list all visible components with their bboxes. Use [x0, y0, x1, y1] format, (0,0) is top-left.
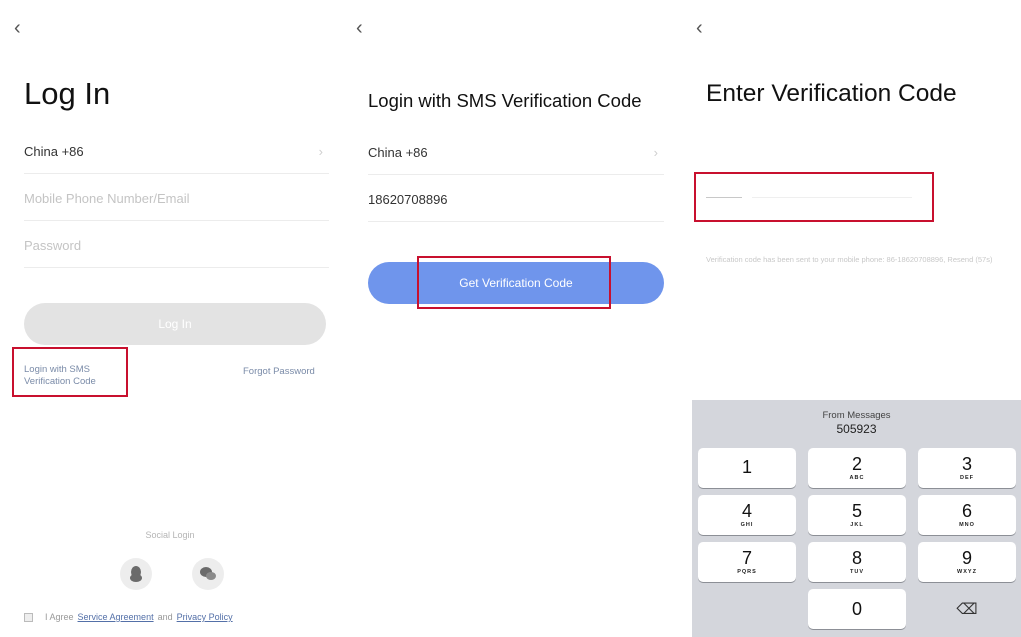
numeric-keyboard: From Messages 505923 1 2 ABC 3 DEF 4 GHI…: [692, 400, 1021, 637]
wechat-login-button[interactable]: [192, 558, 224, 590]
key-1[interactable]: 1: [698, 448, 796, 488]
key-digit: 1: [741, 457, 752, 477]
get-verification-code-button[interactable]: Get Verification Code: [368, 262, 664, 304]
country-value: China +86: [24, 144, 84, 159]
login-screen: ‹ Log In China +86 › Mobile Phone Number…: [0, 0, 340, 637]
back-icon[interactable]: ‹: [356, 18, 363, 38]
phone-input[interactable]: 18620708896: [368, 178, 664, 222]
key-blank: [698, 589, 796, 629]
key-letters: MNO: [959, 522, 975, 528]
key-digit: 4: [741, 501, 752, 521]
phone-value: 18620708896: [368, 192, 448, 207]
key-7[interactable]: 7 PQRS: [698, 542, 796, 582]
key-digit: 3: [961, 454, 972, 474]
enter-code-screen: ‹ Enter Verification Code Verification c…: [680, 0, 1021, 637]
key-letters: ABC: [849, 475, 865, 481]
key-4[interactable]: 4 GHI: [698, 495, 796, 535]
wechat-icon: [200, 567, 216, 580]
qq-login-button[interactable]: [120, 558, 152, 590]
chevron-right-icon: ›: [653, 145, 658, 160]
sms-code-suggestion[interactable]: From Messages 505923: [692, 400, 1021, 445]
agree-prefix: I Agree: [45, 612, 74, 622]
key-letters: PQRS: [737, 569, 757, 575]
key-letters: WXYZ: [957, 569, 977, 575]
key-6[interactable]: 6 MNO: [918, 495, 1016, 535]
phone-email-input[interactable]: Mobile Phone Number/Email: [24, 177, 329, 221]
code-sent-hint: Verification code has been sent to your …: [706, 255, 993, 264]
forgot-password-link[interactable]: Forgot Password: [243, 366, 315, 378]
delete-icon: ⌫: [956, 600, 978, 618]
country-selector[interactable]: China +86 ›: [24, 130, 329, 174]
privacy-policy-link[interactable]: Privacy Policy: [177, 612, 233, 622]
country-value: China +86: [368, 145, 428, 160]
key-digit: 8: [851, 548, 862, 568]
key-2[interactable]: 2 ABC: [808, 448, 906, 488]
sms-login-link-line2: Verification Code: [24, 375, 96, 387]
page-title: Enter Verification Code: [706, 80, 957, 107]
key-5[interactable]: 5 JKL: [808, 495, 906, 535]
page-title: Login with SMS Verification Code: [368, 90, 642, 111]
key-letters: TUV: [850, 569, 864, 575]
key-digit: 6: [961, 501, 972, 521]
back-icon[interactable]: ‹: [14, 18, 21, 38]
page-title: Log In: [24, 76, 111, 111]
password-placeholder: Password: [24, 238, 82, 253]
social-login-title: Social Login: [145, 530, 195, 540]
login-button[interactable]: Log In: [24, 303, 326, 345]
service-agreement-link[interactable]: Service Agreement: [78, 612, 154, 622]
agree-and: and: [157, 612, 173, 622]
country-selector[interactable]: China +86 ›: [368, 131, 664, 175]
sms-login-link-line1: Login with SMS: [24, 364, 91, 375]
back-icon[interactable]: ‹: [696, 18, 703, 38]
suggestion-code: 505923: [836, 421, 877, 436]
phone-email-placeholder: Mobile Phone Number/Email: [24, 191, 190, 206]
sms-login-screen: ‹ Login with SMS Verification Code China…: [340, 0, 680, 637]
key-digit: 5: [851, 501, 862, 521]
code-cursor-line: [706, 196, 742, 198]
key-digit: 7: [741, 548, 752, 568]
key-digit: 0: [851, 599, 862, 619]
delete-key[interactable]: ⌫: [918, 589, 1016, 629]
key-0[interactable]: 0: [808, 589, 906, 629]
key-9[interactable]: 9 WXYZ: [918, 542, 1016, 582]
verification-code-input[interactable]: [694, 172, 934, 222]
key-digit: 2: [851, 454, 862, 474]
agreement-checkbox[interactable]: [24, 612, 33, 622]
qq-icon: [130, 566, 142, 582]
chevron-right-icon: ›: [318, 144, 323, 159]
key-letters: DEF: [960, 475, 974, 481]
password-input[interactable]: Password: [24, 224, 329, 268]
key-8[interactable]: 8 TUV: [808, 542, 906, 582]
code-underline: [752, 196, 912, 198]
key-3[interactable]: 3 DEF: [918, 448, 1016, 488]
key-letters: GHI: [740, 522, 754, 528]
suggestion-source: From Messages: [822, 409, 891, 421]
sms-login-link[interactable]: Login with SMS Verification Code: [24, 364, 96, 388]
key-letters: JKL: [850, 522, 864, 528]
key-digit: 9: [961, 548, 972, 568]
agreement-row: I Agree Service Agreement and Privacy Po…: [24, 612, 237, 622]
